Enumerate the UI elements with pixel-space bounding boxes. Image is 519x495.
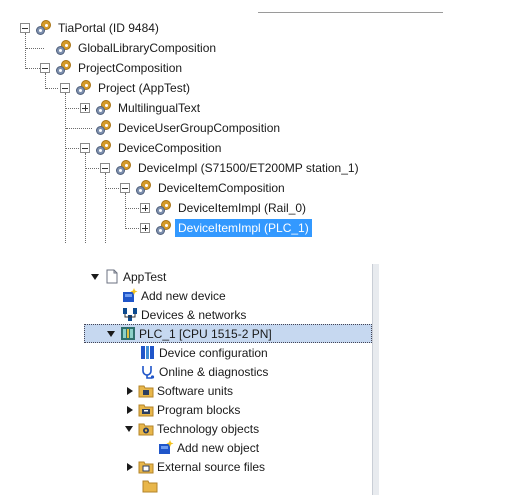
tree-node-device-item-plc[interactable]: DeviceItemImpl (PLC_1) — [140, 218, 312, 238]
gears-icon — [116, 160, 132, 176]
collapse-arrow-icon[interactable] — [124, 424, 134, 434]
tree-connector — [26, 68, 40, 69]
add-device-icon — [122, 288, 138, 303]
tree-connector — [66, 148, 79, 149]
tree-row-plc[interactable]: PLC_1 [CPU 1515-2 PN] — [84, 324, 372, 343]
tree-node-device-user-group-composition[interactable]: DeviceUserGroupComposition — [80, 118, 283, 138]
tree-node-device-composition[interactable]: DeviceComposition — [80, 138, 224, 158]
node-label: MultilingualText — [118, 101, 201, 115]
plc-icon — [120, 326, 136, 341]
row-label: Add new object — [177, 440, 260, 455]
expand-arrow-icon[interactable] — [124, 405, 134, 415]
tree-connector — [125, 193, 126, 229]
tree-node-global-library-composition[interactable]: GlobalLibraryComposition — [40, 38, 219, 58]
row-label: Add new device — [141, 288, 226, 303]
diagnostics-icon — [140, 364, 156, 379]
gears-icon — [56, 40, 72, 56]
tree-row-device-configuration[interactable]: Device configuration — [84, 343, 372, 362]
collapse-icon[interactable] — [40, 63, 50, 73]
row-label: Device configuration — [159, 345, 268, 360]
node-label: GlobalLibraryComposition — [78, 41, 217, 55]
tree-node-device-impl[interactable]: DeviceImpl (S71500/ET200MP station_1) — [100, 158, 362, 178]
gears-icon — [156, 220, 172, 236]
folder-units-icon — [138, 383, 154, 398]
tree-connector — [66, 108, 79, 109]
expand-arrow-icon[interactable] — [124, 386, 134, 396]
folder-source-icon — [138, 459, 154, 474]
row-label: Online & diagnostics — [159, 364, 269, 379]
tree-row-add-new-device[interactable]: Add new device — [84, 286, 372, 305]
tree-connector — [126, 208, 139, 209]
tree-row-program-blocks[interactable]: Program blocks — [84, 400, 372, 419]
project-file-icon — [104, 269, 120, 284]
gears-icon — [76, 80, 92, 96]
node-label: TiaPortal (ID 9484) — [58, 21, 159, 35]
tree-row-devices-networks[interactable]: Devices & networks — [84, 305, 372, 324]
node-label: DeviceComposition — [118, 141, 222, 155]
tree-row-software-units[interactable]: Software units — [84, 381, 372, 400]
collapse-arrow-icon[interactable] — [90, 272, 100, 282]
gears-icon — [36, 20, 52, 36]
tree-connector — [86, 168, 99, 169]
folder-tech-icon — [138, 421, 154, 436]
tree-node-multilingual-text[interactable]: MultilingualText — [80, 98, 203, 118]
project-tree-panel: AppTest Add new device Devices & network… — [84, 264, 372, 495]
tree-row-external-source-files[interactable]: External source files — [84, 457, 372, 476]
add-object-icon — [158, 440, 174, 455]
gears-icon — [96, 120, 112, 136]
collapse-icon[interactable] — [20, 23, 30, 33]
object-model-tree: TiaPortal (ID 9484) GlobalLibraryComposi… — [0, 0, 519, 250]
gears-icon — [96, 100, 112, 116]
gears-icon — [156, 200, 172, 216]
tree-row-online-diagnostics[interactable]: Online & diagnostics — [84, 362, 372, 381]
collapse-icon[interactable] — [80, 143, 90, 153]
row-label: Technology objects — [157, 421, 260, 436]
node-label: DeviceItemComposition — [158, 181, 285, 195]
node-label: ProjectComposition — [78, 61, 183, 75]
expand-icon[interactable] — [140, 203, 150, 213]
tree-connector — [25, 33, 26, 69]
tree-row-project[interactable]: AppTest — [84, 267, 372, 286]
node-label: DeviceItemImpl (Rail_0) — [178, 201, 307, 215]
tree-connector — [46, 88, 58, 89]
row-label: External source files — [157, 459, 266, 474]
tree-connector — [106, 188, 119, 189]
tree-connector — [85, 153, 86, 243]
expand-icon[interactable] — [140, 223, 150, 233]
folder-icon — [142, 478, 158, 493]
panel-scrollbar-edge[interactable] — [372, 264, 379, 495]
tree-connector — [65, 93, 66, 243]
row-label: PLC_1 [CPU 1515-2 PN] — [139, 326, 272, 341]
collapse-arrow-icon[interactable] — [106, 329, 116, 339]
tree-node-device-item-rail[interactable]: DeviceItemImpl (Rail_0) — [140, 198, 309, 218]
node-label: DeviceUserGroupComposition — [118, 121, 281, 135]
tree-connector — [105, 173, 106, 243]
expand-icon[interactable] — [80, 103, 90, 113]
collapse-icon[interactable] — [100, 163, 110, 173]
expand-arrow-icon[interactable] — [124, 462, 134, 472]
tree-node-project-composition[interactable]: ProjectComposition — [40, 58, 185, 78]
tree-row-clipped — [84, 476, 372, 495]
device-config-icon — [140, 345, 156, 360]
folder-blocks-icon — [138, 402, 154, 417]
collapse-icon[interactable] — [60, 83, 70, 93]
tree-node-tiaportal[interactable]: TiaPortal (ID 9484) — [20, 18, 162, 38]
row-label: AppTest — [123, 269, 167, 284]
row-label: Software units — [157, 383, 234, 398]
node-label: DeviceImpl (S71500/ET200MP station_1) — [138, 161, 359, 175]
tree-connector — [126, 228, 139, 229]
node-label-selected: DeviceItemImpl (PLC_1) — [175, 219, 312, 237]
tree-row-add-new-object[interactable]: Add new object — [84, 438, 372, 457]
network-icon — [122, 307, 138, 322]
node-label: Project (AppTest) — [98, 81, 191, 95]
row-label: Program blocks — [157, 402, 241, 417]
tree-node-device-item-composition[interactable]: DeviceItemComposition — [120, 178, 288, 198]
collapse-icon[interactable] — [120, 183, 130, 193]
gears-icon — [96, 140, 112, 156]
tree-row-technology-objects[interactable]: Technology objects — [84, 419, 372, 438]
gears-icon — [136, 180, 152, 196]
gears-icon — [56, 60, 72, 76]
row-label: Devices & networks — [141, 307, 247, 322]
tree-node-project[interactable]: Project (AppTest) — [60, 78, 193, 98]
